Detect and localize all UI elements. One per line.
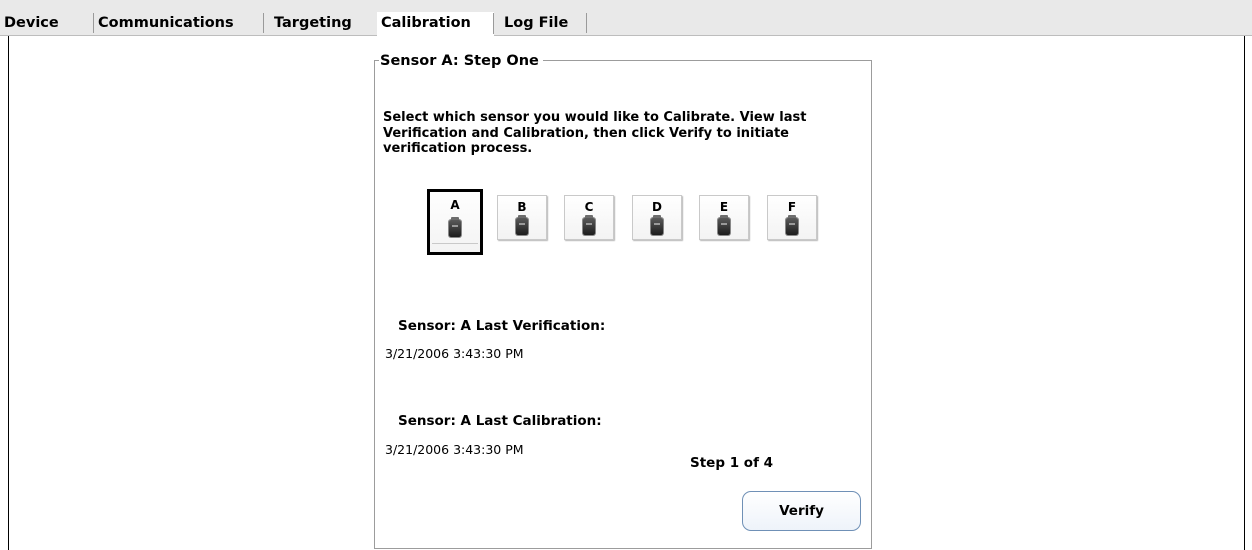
sensor-device-icon bbox=[718, 215, 730, 235]
tab-bar: Device Communications Targeting Calibrat… bbox=[0, 0, 1252, 37]
verify-button[interactable]: Verify bbox=[742, 491, 861, 531]
sensor-f-button[interactable]: F bbox=[767, 195, 817, 240]
sensor-device-icon bbox=[449, 217, 461, 237]
sensor-label: F bbox=[787, 200, 797, 214]
panel-title: Sensor A: Step One bbox=[379, 53, 543, 70]
sensor-d-button[interactable]: D bbox=[632, 195, 682, 240]
last-calibration-label: Sensor: A Last Calibration: bbox=[398, 413, 602, 429]
content-left-border bbox=[8, 36, 9, 550]
last-verification-value: 3/21/2006 3:43:30 PM bbox=[385, 346, 524, 361]
sensor-b-button[interactable]: B bbox=[497, 195, 547, 240]
sensor-label: E bbox=[719, 200, 729, 214]
tab-calibration[interactable]: Calibration bbox=[377, 12, 494, 37]
last-calibration-value: 3/21/2006 3:43:30 PM bbox=[385, 442, 524, 457]
sensor-label: B bbox=[517, 200, 527, 214]
sensor-device-icon bbox=[516, 215, 528, 235]
sensor-c-button[interactable]: C bbox=[564, 195, 614, 240]
tab-targeting[interactable]: Targeting bbox=[270, 12, 371, 36]
sensor-label: A bbox=[450, 198, 460, 212]
sensor-device-icon bbox=[651, 215, 663, 235]
sensor-label: C bbox=[584, 200, 594, 214]
sensor-device-icon bbox=[786, 215, 798, 235]
step-indicator: Step 1 of 4 bbox=[690, 455, 774, 471]
tab-communications[interactable]: Communications bbox=[94, 12, 264, 36]
tab-log-file[interactable]: Log File bbox=[500, 12, 587, 36]
content-right-border bbox=[1244, 36, 1245, 550]
last-verification-label: Sensor: A Last Verification: bbox=[398, 318, 606, 334]
sensor-label: D bbox=[652, 200, 662, 214]
sensor-e-button[interactable]: E bbox=[699, 195, 749, 240]
sensor-a-button[interactable]: A bbox=[427, 189, 483, 255]
instructions-text: Select which sensor you would like to Ca… bbox=[383, 110, 807, 156]
sensor-device-icon bbox=[583, 215, 595, 235]
tab-device[interactable]: Device bbox=[0, 12, 94, 36]
